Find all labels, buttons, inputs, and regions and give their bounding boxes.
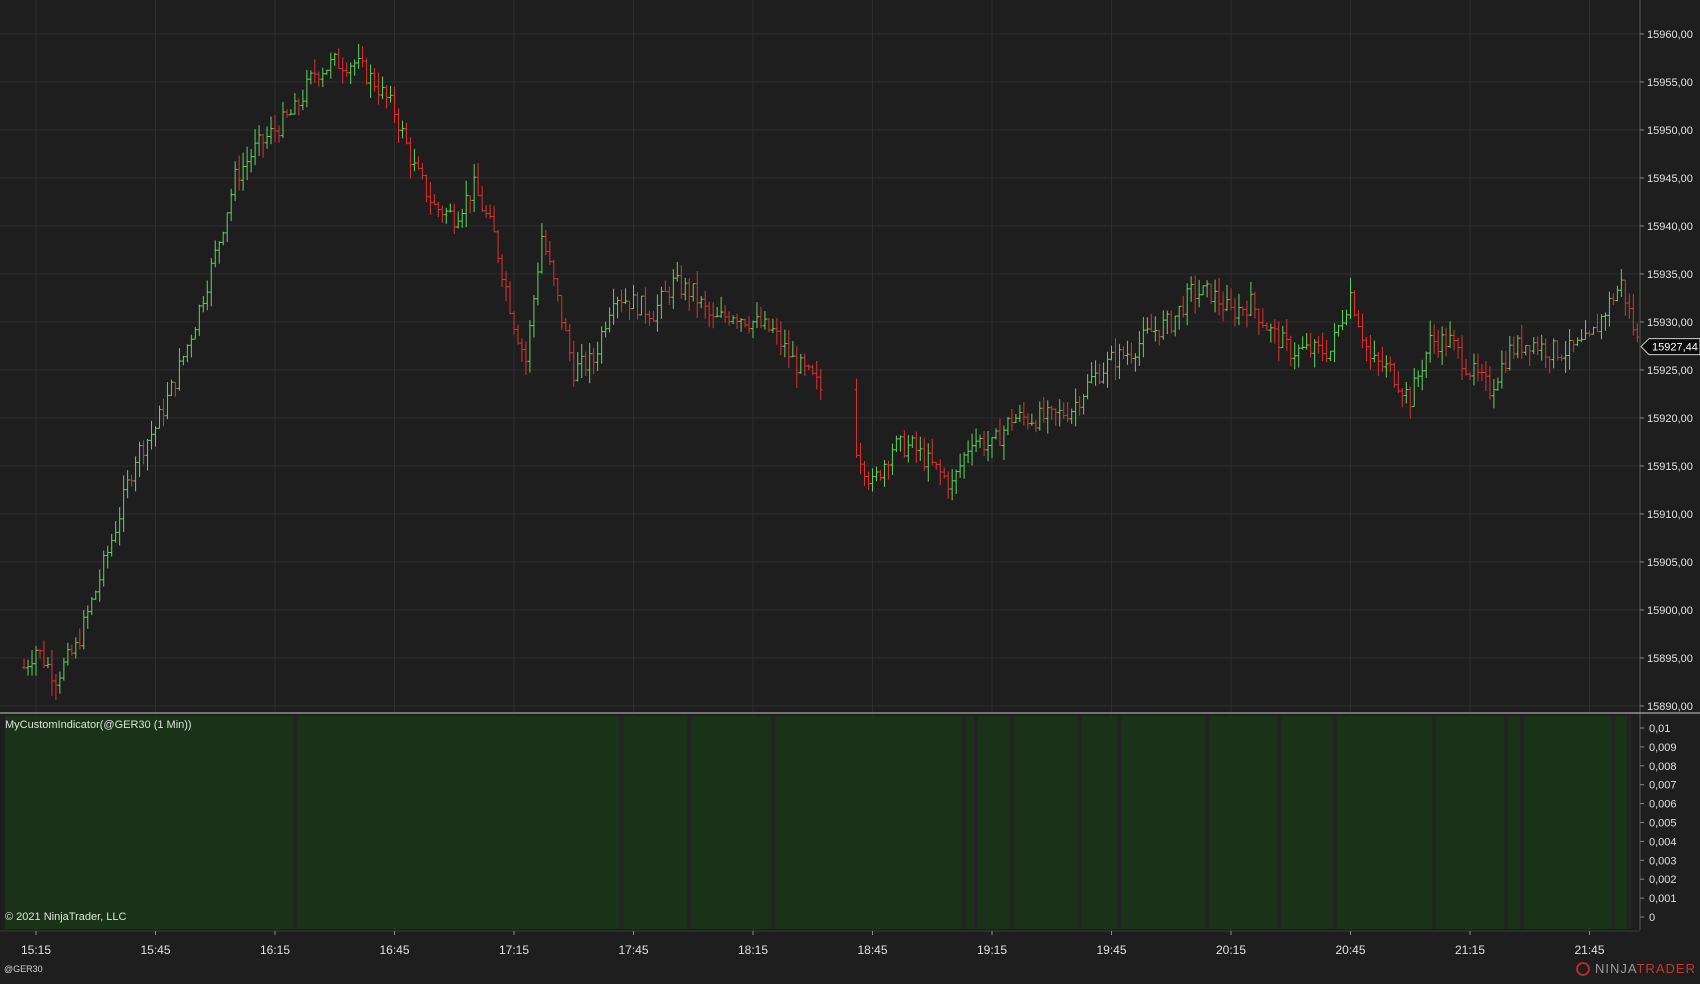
indicator-gap bbox=[687, 716, 692, 929]
indicator-gap bbox=[1432, 716, 1437, 929]
indicator-tick-label: 0,008 bbox=[1649, 761, 1677, 773]
indicator-gap bbox=[1077, 716, 1082, 929]
indicator-tick-label: 0,004 bbox=[1649, 836, 1677, 848]
time-tick-label: 15:15 bbox=[21, 943, 51, 957]
indicator-gap bbox=[1009, 716, 1014, 929]
indicator-gap bbox=[974, 716, 979, 929]
brand-name-accent: TRADER bbox=[1636, 961, 1696, 976]
time-tick-label: 21:15 bbox=[1455, 943, 1485, 957]
time-tick-label: 19:45 bbox=[1096, 943, 1126, 957]
price-tick-label: 15950,00 bbox=[1647, 125, 1693, 137]
time-tick-label: 17:45 bbox=[618, 943, 648, 957]
price-tick-label: 15955,00 bbox=[1647, 77, 1693, 89]
copyright-text: © 2021 NinjaTrader, LLC bbox=[5, 911, 127, 923]
indicator-gap bbox=[1276, 716, 1281, 929]
price-tick-label: 15915,00 bbox=[1647, 461, 1693, 473]
indicator-tick-label: 0,002 bbox=[1649, 874, 1677, 886]
indicator-tick-label: 0,007 bbox=[1649, 780, 1677, 792]
indicator-tick-label: 0,001 bbox=[1649, 893, 1677, 905]
indicator-gap bbox=[1205, 716, 1210, 929]
time-tick-label: 15:45 bbox=[140, 943, 170, 957]
indicator-tick-label: 0,009 bbox=[1649, 742, 1677, 754]
chart-window: 15890,00 15895,00 15900,00 15905,00 15910,00… bbox=[0, 0, 1700, 979]
chart-canvas[interactable]: 15890,00 15895,00 15900,00 15905,00 15910,00… bbox=[0, 0, 1700, 979]
instrument-label: @GER30 bbox=[4, 964, 43, 974]
indicator-tick-label: 0 bbox=[1649, 912, 1655, 924]
price-tick-label: 15890,00 bbox=[1647, 701, 1693, 713]
indicator-gap bbox=[770, 716, 775, 929]
indicator-tick-label: 0,003 bbox=[1649, 855, 1677, 867]
price-tick-label: 15905,00 bbox=[1647, 557, 1693, 569]
time-tick-label: 20:15 bbox=[1216, 943, 1246, 957]
price-tick-label: 15940,00 bbox=[1647, 221, 1693, 233]
ninjatrader-logo-icon bbox=[1575, 961, 1590, 976]
indicator-gap bbox=[619, 716, 624, 929]
time-tick-label: 18:45 bbox=[857, 943, 887, 957]
price-tick-label: 15945,00 bbox=[1647, 173, 1693, 185]
indicator-gap bbox=[1627, 716, 1632, 929]
indicator-gap bbox=[1519, 716, 1524, 929]
brand-logo: NINJATRADER bbox=[1575, 961, 1696, 976]
indicator-tick-label: 0,01 bbox=[1649, 723, 1670, 735]
indicator-gap bbox=[1611, 716, 1616, 929]
price-tick-label: 15910,00 bbox=[1647, 509, 1693, 521]
price-tick-label: 15925,00 bbox=[1647, 365, 1693, 377]
indicator-title: MyCustomIndicator(@GER30 (1 Min)) bbox=[5, 719, 192, 731]
time-tick-label: 16:15 bbox=[260, 943, 290, 957]
indicator-gap bbox=[292, 716, 297, 929]
indicator-tick-label: 0,006 bbox=[1649, 799, 1677, 811]
brand-name-primary: NINJA bbox=[1594, 961, 1637, 976]
price-tick-label: 15895,00 bbox=[1647, 653, 1693, 665]
price-tick-label: 15960,00 bbox=[1647, 29, 1693, 41]
indicator-gap bbox=[962, 716, 967, 929]
time-tick-label: 21:45 bbox=[1574, 943, 1604, 957]
last-price-label: 15927,44 bbox=[1652, 342, 1698, 354]
time-tick-label: 20:45 bbox=[1335, 943, 1365, 957]
price-tick-label: 15930,00 bbox=[1647, 317, 1693, 329]
indicator-bar bbox=[5, 716, 1627, 929]
price-tick-label: 15935,00 bbox=[1647, 269, 1693, 281]
indicator-gap bbox=[1117, 716, 1122, 929]
indicator-tick-label: 0,005 bbox=[1649, 818, 1677, 830]
indicator-gap bbox=[1503, 716, 1508, 929]
price-tick-label: 15920,00 bbox=[1647, 413, 1693, 425]
price-panel bbox=[0, 0, 1640, 712]
time-tick-label: 17:15 bbox=[499, 943, 529, 957]
time-tick-label: 16:45 bbox=[379, 943, 409, 957]
time-tick-label: 19:15 bbox=[977, 943, 1007, 957]
price-tick-label: 15900,00 bbox=[1647, 605, 1693, 617]
time-tick-label: 18:15 bbox=[738, 943, 768, 957]
indicator-gap bbox=[1332, 716, 1337, 929]
